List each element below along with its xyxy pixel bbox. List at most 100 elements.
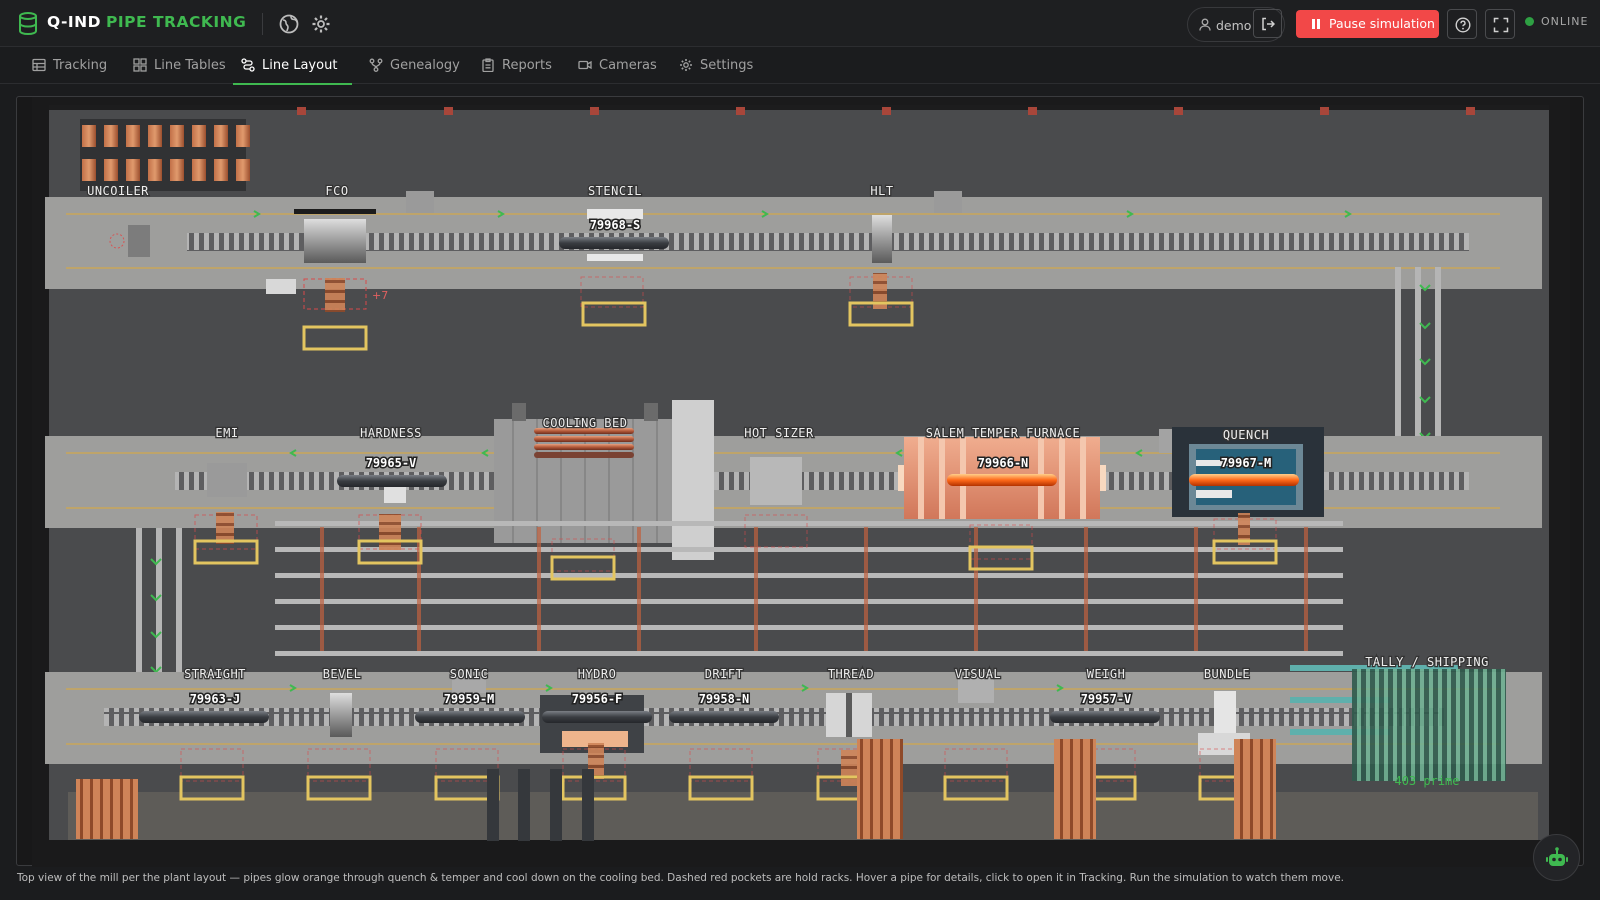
status-text: ONLINE: [1541, 15, 1589, 28]
help-button[interactable]: [1447, 9, 1477, 39]
table-icon: [32, 58, 46, 72]
brand-title[interactable]: Q-IND PIPE TRACKING: [47, 13, 246, 31]
station-label-hydro: HYDRO: [578, 667, 617, 681]
brand-primary: Q-IND: [47, 13, 102, 31]
fco-machine[interactable]: [304, 219, 366, 263]
fullscreen-button[interactable]: [1485, 9, 1515, 39]
pipe[interactable]: [669, 711, 779, 723]
robot-icon: [1546, 847, 1568, 866]
grid-icon: [133, 58, 147, 72]
gear-icon: [680, 59, 692, 71]
station-label-cooling-bed: COOLING BED: [543, 416, 628, 430]
tab-line-layout[interactable]: Line Layout: [233, 48, 352, 85]
tally-bundles[interactable]: [1352, 669, 1506, 781]
tab-line-tables[interactable]: Line Tables: [125, 48, 226, 84]
pipe-stack[interactable]: [857, 739, 903, 839]
mill-floor-map: UNCOILER FCO STENCIL HLT EMI HARDNESS CO…: [32, 97, 1570, 867]
tally-count: 403 prime: [1394, 774, 1459, 788]
tab-label: Line Tables: [154, 58, 226, 73]
database-icon: [19, 12, 37, 35]
line-layout-panel: UNCOILER FCO STENCIL HLT EMI HARDNESS CO…: [16, 96, 1584, 867]
pipe-tag[interactable]: 79959-M: [442, 691, 496, 708]
assistant-button[interactable]: [1533, 834, 1580, 881]
connection-status: ONLINE: [1525, 15, 1588, 28]
uncoiler-machine[interactable]: [128, 225, 150, 257]
pipe-tag[interactable]: 79958-N: [697, 691, 751, 708]
gear-icon[interactable]: [310, 13, 332, 35]
bevel-machine[interactable]: [330, 693, 352, 737]
pipe-tag[interactable]: 79965-V: [364, 455, 418, 472]
tab-label: Settings: [700, 58, 754, 73]
tab-settings[interactable]: Settings: [671, 48, 757, 84]
pipe[interactable]: [947, 474, 1057, 486]
walking-beam: [672, 400, 714, 560]
tab-label: Cameras: [599, 58, 657, 73]
station-label-stencil: STENCIL: [588, 184, 642, 198]
station-label-temper-furnace: SALEM TEMPER FURNACE: [926, 426, 1081, 440]
hold-count-badge[interactable]: +7: [372, 289, 388, 302]
station-label-thread: THREAD: [828, 667, 874, 681]
station-label-sonic: SONIC: [450, 667, 489, 681]
pipe[interactable]: [1050, 711, 1160, 723]
tab-cameras[interactable]: Cameras: [570, 48, 657, 84]
emi-machine[interactable]: [207, 463, 247, 497]
station-label-bundle: BUNDLE: [1204, 667, 1250, 681]
camera-icon: [578, 60, 592, 70]
station-label-uncoiler: UNCOILER: [87, 184, 149, 198]
pipe-tag[interactable]: 79956-F: [570, 691, 624, 708]
tab-label: Genealogy: [390, 58, 460, 73]
tab-reports[interactable]: Reports: [473, 48, 553, 84]
tab-label: Tracking: [53, 58, 108, 73]
layout-caption: Top view of the mill per the plant layou…: [17, 872, 1344, 884]
hot-sizer-machine[interactable]: [750, 457, 802, 505]
station-label-emi: EMI: [215, 426, 238, 440]
pipe-stack[interactable]: [1054, 739, 1096, 839]
roller-table: [187, 233, 1469, 251]
clipboard-icon: [482, 58, 494, 72]
logout-button[interactable]: [1253, 9, 1282, 38]
hlt-machine[interactable]: [872, 215, 892, 263]
top-bar: Q-IND PIPE TRACKING demo Pause simulation: [0, 0, 1600, 47]
station-label-visual: VISUAL: [955, 667, 1001, 681]
pipe-stack[interactable]: [76, 779, 138, 839]
pipe[interactable]: [542, 711, 652, 723]
status-dot: [1525, 17, 1534, 26]
pause-simulation-button[interactable]: Pause simulation: [1296, 10, 1439, 38]
bundle-machine[interactable]: [1214, 691, 1236, 735]
station-label-quench: QUENCH: [1223, 428, 1269, 442]
tab-label: Reports: [502, 58, 552, 73]
pipe-tag[interactable]: 79968-S: [588, 217, 642, 234]
pipe[interactable]: [559, 237, 669, 249]
station-label-tally-shipping: TALLY / SHIPPING: [1365, 655, 1489, 669]
tab-tracking[interactable]: Tracking: [24, 48, 110, 84]
pipe-tag[interactable]: 79966-N: [976, 455, 1030, 472]
logout-icon: [1262, 17, 1275, 31]
station-label-weigh: WEIGH: [1087, 667, 1126, 681]
pipe[interactable]: [1189, 474, 1299, 486]
app-root: Q-IND PIPE TRACKING demo Pause simulation: [0, 0, 1600, 900]
main-tabs: Tracking Line Tables Line Layout Genealo…: [0, 48, 1600, 85]
route-icon: [241, 58, 255, 72]
branch-icon: [369, 58, 383, 72]
pipe[interactable]: [415, 711, 525, 723]
user-name: demo: [1216, 18, 1252, 33]
station-label-straight: STRAIGHT: [184, 667, 246, 681]
fullscreen-icon: [1493, 17, 1509, 33]
pipe[interactable]: [337, 475, 447, 487]
pipe-stack[interactable]: [1234, 739, 1276, 839]
line-row-3: [45, 665, 1542, 781]
header-divider: [262, 13, 263, 35]
coil-stock: [80, 119, 250, 191]
station-label-hlt: HLT: [870, 184, 893, 198]
pipe-tag[interactable]: 79957-V: [1079, 691, 1133, 708]
pause-icon: [1312, 19, 1315, 29]
pipe-tag[interactable]: 79963-J: [188, 691, 242, 708]
tab-label: Line Layout: [262, 58, 338, 73]
pause-label: Pause simulation: [1329, 16, 1435, 31]
globe-icon[interactable]: [278, 13, 300, 35]
pipe[interactable]: [139, 711, 269, 723]
pipe-tag[interactable]: 79967-M: [1219, 455, 1273, 472]
station-label-fco: FCO: [325, 184, 348, 198]
tab-genealogy[interactable]: Genealogy: [361, 48, 460, 84]
station-label-drift: DRIFT: [705, 667, 744, 681]
